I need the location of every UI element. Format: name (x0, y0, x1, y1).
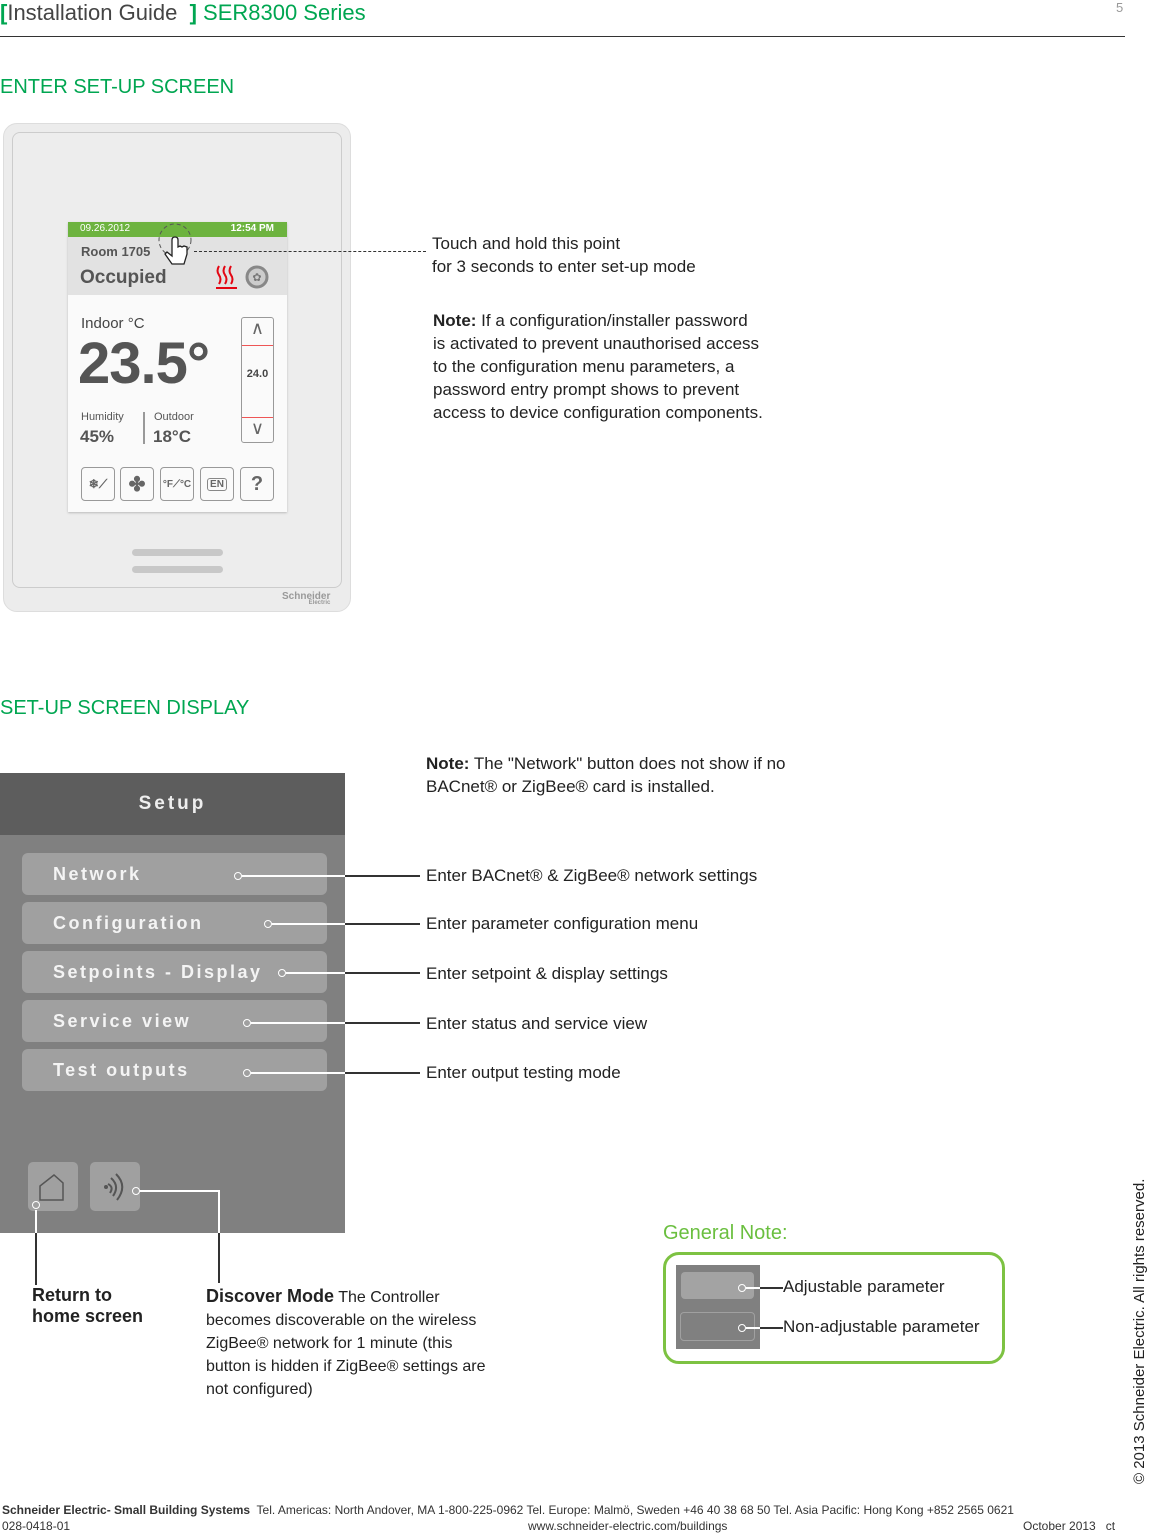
leader-line (251, 1072, 345, 1074)
language-icon: EN (207, 477, 227, 491)
setpoint-value: 24.0 (246, 368, 269, 380)
leader-line (345, 1072, 420, 1074)
leader-line (286, 972, 345, 974)
doc-number: 028-0418-01 (2, 1519, 71, 1533)
discover-description: Discover Mode The Controller becomes dis… (206, 1286, 486, 1398)
wireless-icon (104, 1173, 124, 1201)
fan-icon: ✤ (128, 473, 146, 496)
test-outputs-button[interactable]: Test outputs (22, 1049, 327, 1091)
schneider-logo: Schneider Electric (282, 591, 331, 606)
marker (738, 1324, 746, 1332)
service-description: Enter status and service view (426, 1014, 648, 1033)
marker (243, 1019, 251, 1027)
svg-text:✿: ✿ (252, 272, 261, 284)
leader-line (345, 972, 420, 974)
setup-title: Setup (0, 773, 345, 835)
setpoint-up-button[interactable]: ∧ (242, 318, 273, 346)
unit-button[interactable]: °F⟋°C (160, 467, 194, 501)
discover-mode-button[interactable] (90, 1162, 140, 1211)
configuration-description: Enter parameter configuration menu (426, 914, 699, 933)
header-rule (0, 36, 1125, 37)
marker (738, 1284, 746, 1292)
footer-contacts: Schneider Electric- Small Building Syste… (2, 1503, 1014, 1517)
test-outputs-description: Enter output testing mode (426, 1063, 621, 1082)
leader-line (272, 923, 345, 925)
device-slot (132, 549, 223, 556)
setup-note: Note: If a configuration/installer passw… (433, 311, 763, 422)
page-header: [Installation Guide ] SER8300 Series (0, 0, 366, 26)
leader-line (345, 923, 420, 925)
network-note: Note: The "Network" button does not show… (426, 754, 786, 796)
setpoints-description: Enter setpoint & display settings (426, 964, 668, 983)
series-name: SER8300 Series (203, 0, 366, 25)
adjustable-label: Adjustable parameter (783, 1277, 945, 1296)
network-button[interactable]: Network (22, 853, 327, 895)
leader-line (251, 1022, 345, 1024)
marker (243, 1069, 251, 1077)
room-name: Room 1705 (81, 244, 151, 259)
fan-button[interactable]: ✤ (120, 467, 154, 501)
footer-date: October 2013 ct (1023, 1519, 1116, 1533)
leader-line (242, 875, 345, 877)
doc-title: Installation Guide (7, 0, 178, 25)
leader-line (345, 1022, 420, 1024)
leader-line (218, 1190, 220, 1233)
copyright: © 2013 Schneider Electric. All rights re… (1131, 1178, 1148, 1484)
callout-line (194, 251, 426, 252)
marker (264, 920, 272, 928)
language-button[interactable]: EN (200, 467, 234, 501)
marker (132, 1187, 140, 1195)
leader-line (140, 1190, 219, 1192)
indoor-temperature: 23.5° (78, 331, 210, 396)
mode-button[interactable]: ❄⟋ (81, 467, 115, 501)
date: 09.26.2012 (80, 223, 131, 234)
section-heading: ENTER SET-UP SCREEN (0, 76, 235, 98)
touch-point-hand-icon[interactable] (156, 222, 196, 274)
bracket: ] (189, 0, 197, 25)
callout-text: Touch and hold this point for 3 seconds t… (432, 234, 696, 276)
leader-line (345, 875, 420, 877)
humidity-value: 45% (80, 427, 115, 446)
unit-c: °C (179, 478, 192, 490)
network-description: Enter BACnet® & ZigBee® network settings (426, 866, 758, 885)
leader-line (760, 1287, 783, 1289)
time: 12:54 PM (230, 223, 274, 234)
leader-line (746, 1287, 760, 1289)
heat-icon (216, 265, 237, 289)
website-link[interactable]: www.schneider-electric.com/buildings (528, 1519, 727, 1533)
section-heading: SET-UP SCREEN DISPLAY (0, 697, 250, 719)
leader-line (760, 1327, 783, 1329)
marker (234, 872, 242, 880)
setpoint-down-button[interactable]: ∨ (242, 417, 273, 443)
home-label: Return to home screen (32, 1285, 144, 1326)
help-button[interactable]: ? (240, 467, 274, 501)
general-note-heading: General Note: (663, 1222, 788, 1244)
non-adjustable-label: Non-adjustable parameter (783, 1317, 980, 1336)
page-number: 5 (1116, 0, 1124, 15)
leader-line (746, 1327, 760, 1329)
fan-status-icon: ✿ (245, 265, 269, 289)
marker (278, 969, 286, 977)
humidity-label: Humidity (81, 411, 124, 423)
service-view-button[interactable]: Service view (22, 1000, 327, 1042)
leader-line (35, 1233, 37, 1285)
leader-line (218, 1233, 220, 1283)
help-icon: ? (250, 472, 264, 495)
outdoor-label: Outdoor (154, 411, 194, 423)
unit-icon: °F⟋°C (162, 478, 192, 490)
mode-icon: ❄⟋ (88, 476, 108, 491)
occupancy-status: Occupied (80, 267, 167, 288)
marker (32, 1201, 40, 1209)
device-screen: 09.26.2012 12:54 PM Room 1705 Occupied ✿… (68, 222, 287, 512)
setpoint-control: ∧ 24.0 ∨ (241, 317, 274, 443)
divider (143, 412, 145, 444)
unit-f: °F (162, 478, 173, 490)
outdoor-value: 18°C (153, 427, 191, 446)
leader-line (35, 1210, 37, 1233)
device-slot (132, 566, 223, 573)
